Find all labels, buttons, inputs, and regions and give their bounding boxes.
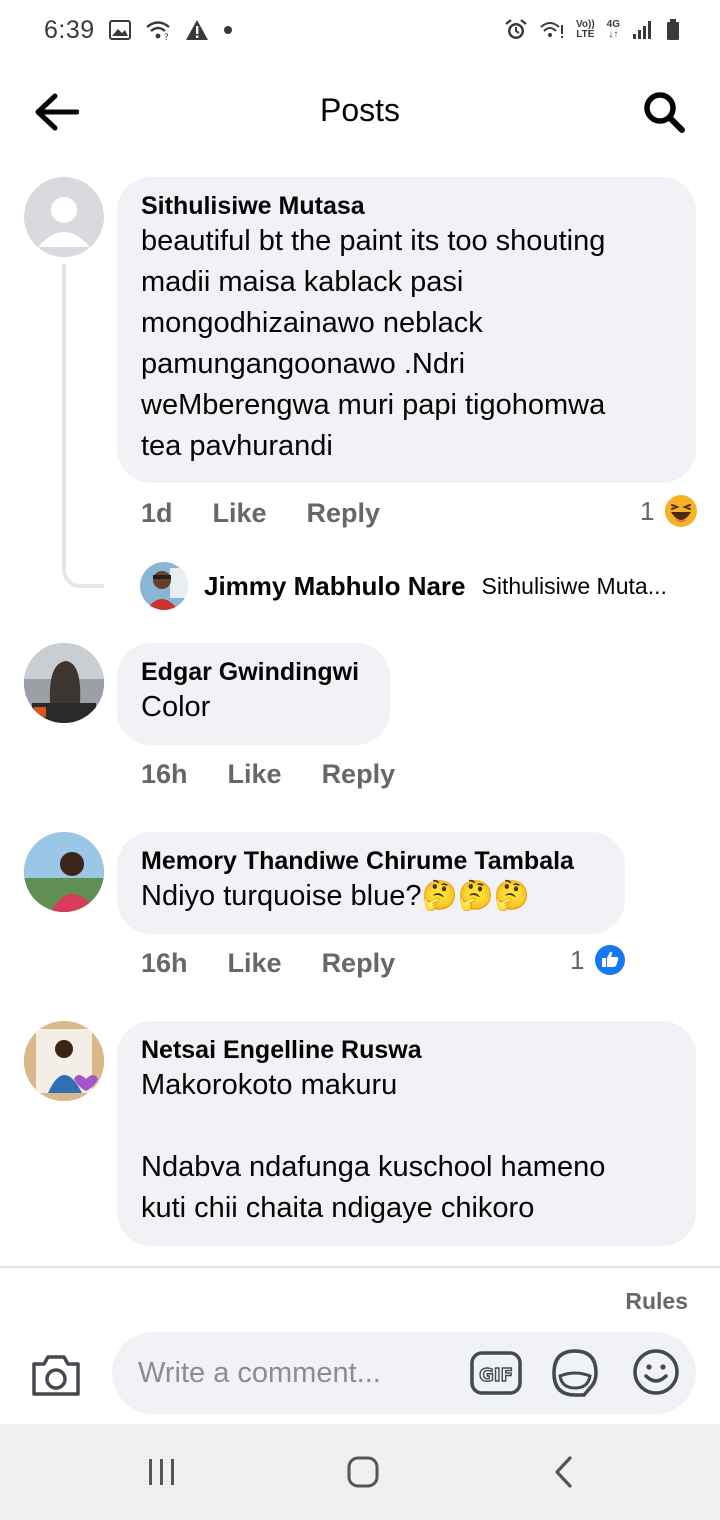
status-bar: 6:39 ? Vo)) LTE 4G ↓↑ [0,0,720,60]
like-reaction-icon [595,945,626,975]
camera-icon [32,1355,80,1396]
battery-icon [666,19,680,41]
reaction-count: 1 [640,495,655,526]
profile-photo-icon [140,562,188,610]
reply-thread-line [62,264,104,588]
comment-bubble[interactable]: Memory Thandiwe Chirume Tambala Ndiyo tu… [117,832,625,934]
comment-actions: 16h Like Reply [141,947,395,979]
home-icon [347,1456,379,1488]
thinking-emoji: 🤔🤔🤔 [421,880,530,912]
gif-icon: GIF [470,1351,522,1395]
recent-apps-icon [149,1459,174,1485]
data-arrows-icon: ↓↑ [608,29,619,40]
comment-text: beautiful bt the paint its too shouting … [141,225,606,462]
signal-icon [632,20,654,40]
volte-bottom-label: LTE [576,29,595,40]
like-button[interactable]: Like [213,497,267,529]
reply-button[interactable]: Reply [322,947,396,979]
system-nav-bar [0,1424,720,1520]
comment-text-row: Ndiyo turquoise blue?🤔🤔🤔 [141,876,601,917]
comment-bubble[interactable]: Edgar Gwindingwi Color [117,643,390,745]
chevron-left-icon [555,1456,572,1488]
avatar[interactable] [24,177,104,257]
alarm-icon [504,18,528,42]
comment-actions: 16h Like Reply [141,758,395,790]
sticker-icon [552,1349,598,1397]
gif-button[interactable]: GIF [470,1350,522,1396]
home-button[interactable] [333,1452,393,1492]
comment-author[interactable]: Sithulisiwe Mutasa [141,191,672,221]
camera-button[interactable] [30,1352,82,1398]
reaction-summary[interactable]: 1 [570,944,626,976]
page-title: Posts [319,92,401,128]
volte-indicator: Vo)) LTE [576,20,595,40]
comment-time: 16h [141,759,188,789]
reaction-summary[interactable]: 1 [640,494,698,528]
system-back-button[interactable] [534,1452,594,1492]
app-header: Posts [0,60,720,164]
like-button[interactable]: Like [228,758,282,790]
comment-author[interactable]: Netsai Engelline Ruswa [141,1035,672,1065]
smiley-icon [633,1349,679,1395]
search-icon [644,92,685,133]
comment-time: 1d [141,498,173,528]
status-time: 6:39 [44,15,95,44]
reaction-count: 1 [570,944,585,975]
wifi-calling-icon [540,20,564,40]
gallery-icon [108,20,131,40]
comment-input[interactable] [112,1332,696,1414]
comment-author[interactable]: Memory Thandiwe Chirume Tambala [141,846,601,876]
gif-label: GIF [479,1365,513,1386]
notification-dot-icon [223,25,233,35]
comment-actions: 1d Like Reply [141,497,380,529]
reply-author[interactable]: Jimmy Mabhulo Nare [204,571,466,602]
haha-reaction-icon [665,495,698,527]
reply-snippet: Sithulisiwe Muta... [481,572,667,599]
rules-link[interactable]: Rules [625,1288,688,1315]
emoji-button[interactable] [632,1348,680,1396]
profile-photo-icon [24,643,104,723]
comment-bubble[interactable]: Sithulisiwe Mutasa beautiful bt the pain… [117,177,696,483]
sticker-button[interactable] [550,1348,600,1398]
search-button[interactable] [638,88,690,136]
default-profile-icon [24,177,104,257]
network-type-indicator: 4G ↓↑ [607,20,620,40]
like-button[interactable]: Like [228,947,282,979]
svg-text:?: ? [164,33,169,41]
comment-author[interactable]: Edgar Gwindingwi [141,657,366,687]
profile-photo-icon [24,832,104,912]
reply-button[interactable]: Reply [322,758,396,790]
avatar[interactable] [24,1021,104,1101]
reply-preview[interactable]: Jimmy Mabhulo Nare Sithulisiwe Muta... [140,562,667,610]
reply-avatar[interactable] [140,562,188,610]
comment-time: 16h [141,948,188,978]
profile-photo-icon [24,1021,104,1101]
comment-composer: Rules GIF [0,1266,720,1424]
comment-bubble[interactable]: Netsai Engelline Ruswa Makorokoto makuru… [117,1021,696,1246]
warning-icon [185,19,209,41]
comment-text: Makorokoto makuru Ndabva ndafunga kuscho… [141,1069,606,1224]
avatar[interactable] [24,643,104,723]
reply-button[interactable]: Reply [307,497,381,529]
comment-text: Color [141,691,211,723]
comment-text: Ndiyo turquoise blue? [141,880,422,912]
avatar[interactable] [24,832,104,912]
recent-apps-button[interactable] [132,1452,192,1492]
wifi-question-icon: ? [145,19,171,41]
